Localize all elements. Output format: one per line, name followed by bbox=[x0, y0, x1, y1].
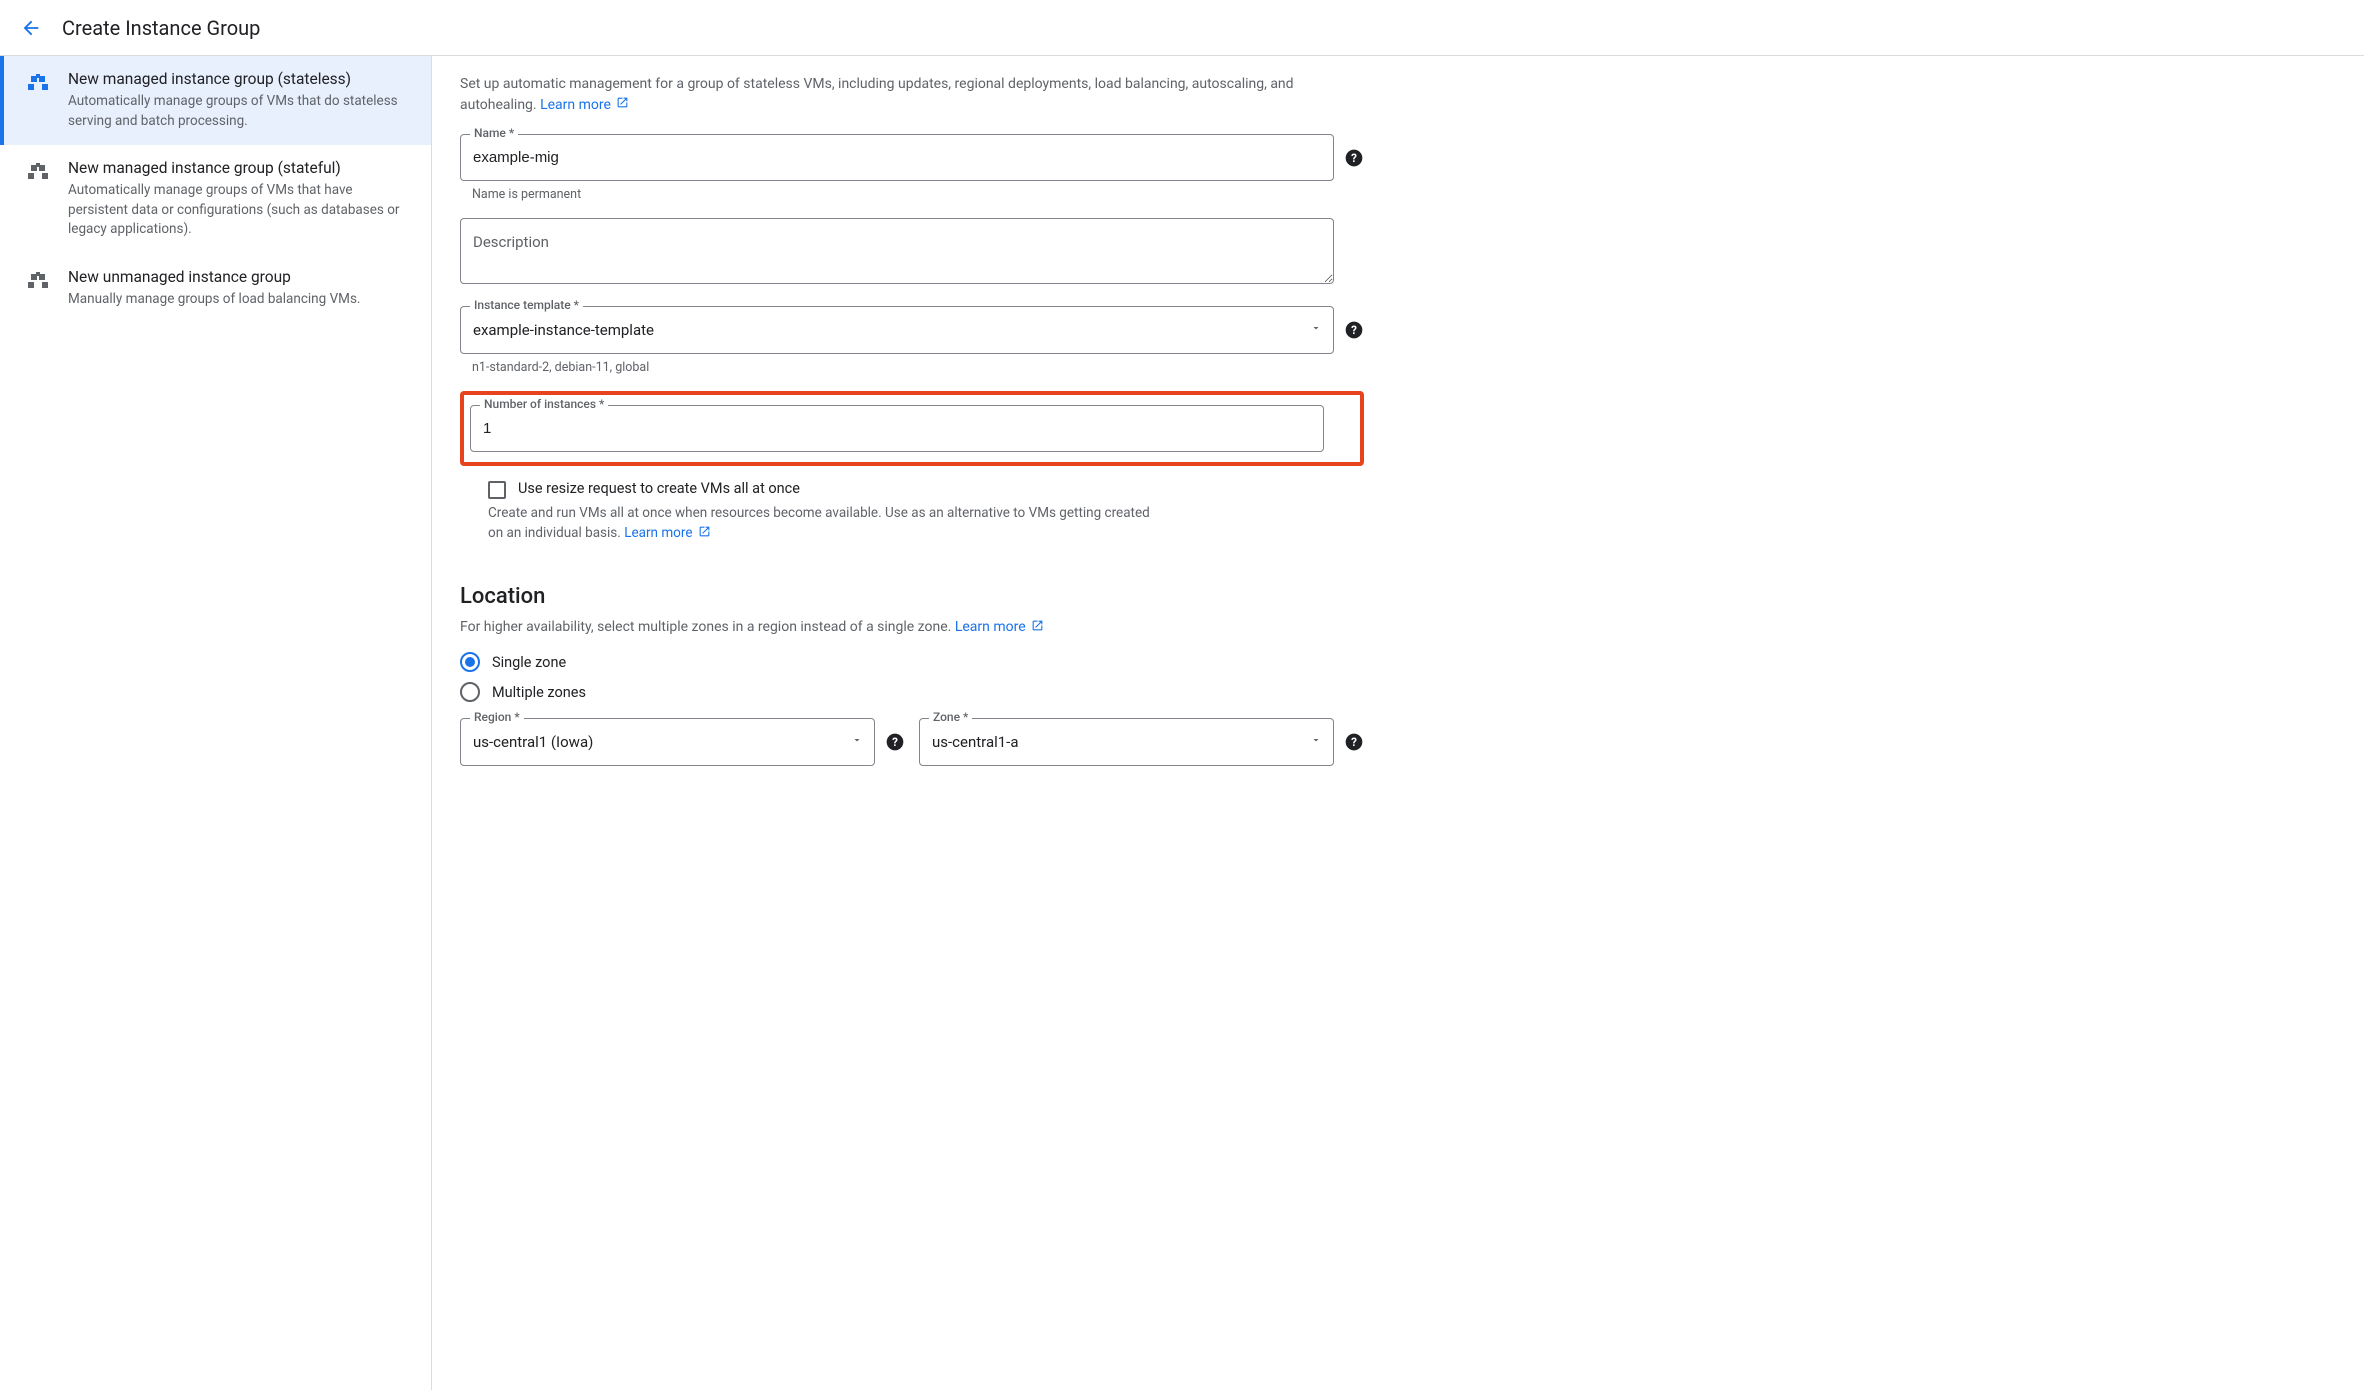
sidebar-item-title: New managed instance group (stateless) bbox=[68, 70, 413, 88]
num-instances-input[interactable] bbox=[470, 405, 1324, 452]
sidebar: New managed instance group (stateless) A… bbox=[0, 56, 432, 1390]
sidebar-item-desc: Automatically manage groups of VMs that … bbox=[68, 181, 413, 240]
learn-more-link[interactable]: Learn more bbox=[624, 525, 711, 541]
name-input[interactable] bbox=[460, 134, 1334, 181]
sidebar-item-unmanaged[interactable]: New unmanaged instance group Manually ma… bbox=[0, 254, 431, 324]
description-textarea[interactable] bbox=[460, 218, 1334, 284]
resize-label: Use resize request to create VMs all at … bbox=[518, 480, 800, 497]
help-icon[interactable]: ? bbox=[1344, 320, 1364, 340]
radio-multiple-zones[interactable]: Multiple zones bbox=[460, 682, 1364, 702]
page-header: Create Instance Group bbox=[0, 0, 2364, 56]
zone-label: Zone * bbox=[929, 710, 972, 724]
svg-text:?: ? bbox=[1351, 735, 1357, 749]
num-instances-highlight: Number of instances * bbox=[460, 391, 1364, 466]
name-hint: Name is permanent bbox=[472, 187, 1364, 202]
location-desc: For higher availability, select multiple… bbox=[460, 619, 1364, 636]
template-value: example-instance-template bbox=[473, 321, 654, 339]
instance-group-icon bbox=[26, 161, 50, 240]
learn-more-link[interactable]: Learn more bbox=[955, 619, 1044, 635]
region-label: Region * bbox=[470, 710, 524, 724]
intro-text: Set up automatic management for a group … bbox=[460, 74, 1364, 116]
radio-label: Multiple zones bbox=[492, 684, 586, 701]
instance-group-icon bbox=[26, 72, 50, 131]
instance-template-select[interactable]: example-instance-template bbox=[460, 306, 1334, 354]
sidebar-item-stateful[interactable]: New managed instance group (stateful) Au… bbox=[0, 145, 431, 254]
resize-checkbox[interactable] bbox=[488, 481, 506, 499]
svg-text:?: ? bbox=[1351, 151, 1357, 165]
sidebar-item-stateless[interactable]: New managed instance group (stateless) A… bbox=[0, 56, 431, 145]
back-arrow-icon[interactable] bbox=[20, 17, 42, 39]
svg-text:?: ? bbox=[892, 735, 898, 749]
main-form: Set up automatic management for a group … bbox=[432, 56, 1392, 1390]
instance-group-icon bbox=[26, 270, 50, 310]
help-icon[interactable]: ? bbox=[1344, 732, 1364, 752]
template-label: Instance template * bbox=[470, 298, 583, 312]
external-link-icon bbox=[698, 524, 711, 544]
external-link-icon bbox=[616, 95, 629, 116]
sidebar-item-title: New managed instance group (stateful) bbox=[68, 159, 413, 177]
sidebar-item-desc: Automatically manage groups of VMs that … bbox=[68, 92, 413, 131]
resize-desc: Create and run VMs all at once when reso… bbox=[488, 503, 1168, 544]
name-label: Name * bbox=[470, 126, 518, 140]
region-value: us-central1 (Iowa) bbox=[473, 733, 593, 751]
zone-select[interactable]: us-central1-a bbox=[919, 718, 1334, 766]
sidebar-item-title: New unmanaged instance group bbox=[68, 268, 413, 286]
external-link-icon bbox=[1031, 619, 1044, 636]
sidebar-item-desc: Manually manage groups of load balancing… bbox=[68, 290, 413, 310]
zone-value: us-central1-a bbox=[932, 733, 1018, 751]
radio-icon bbox=[460, 682, 480, 702]
learn-more-link[interactable]: Learn more bbox=[540, 97, 629, 113]
radio-label: Single zone bbox=[492, 654, 566, 671]
help-icon[interactable]: ? bbox=[885, 732, 905, 752]
radio-single-zone[interactable]: Single zone bbox=[460, 652, 1364, 672]
region-select[interactable]: us-central1 (Iowa) bbox=[460, 718, 875, 766]
num-instances-label: Number of instances * bbox=[480, 397, 608, 411]
help-icon[interactable]: ? bbox=[1344, 148, 1364, 168]
template-hint: n1-standard-2, debian-11, global bbox=[472, 360, 1364, 375]
radio-icon bbox=[460, 652, 480, 672]
svg-text:?: ? bbox=[1351, 323, 1357, 337]
location-title: Location bbox=[460, 584, 1364, 609]
page-title: Create Instance Group bbox=[62, 16, 260, 40]
